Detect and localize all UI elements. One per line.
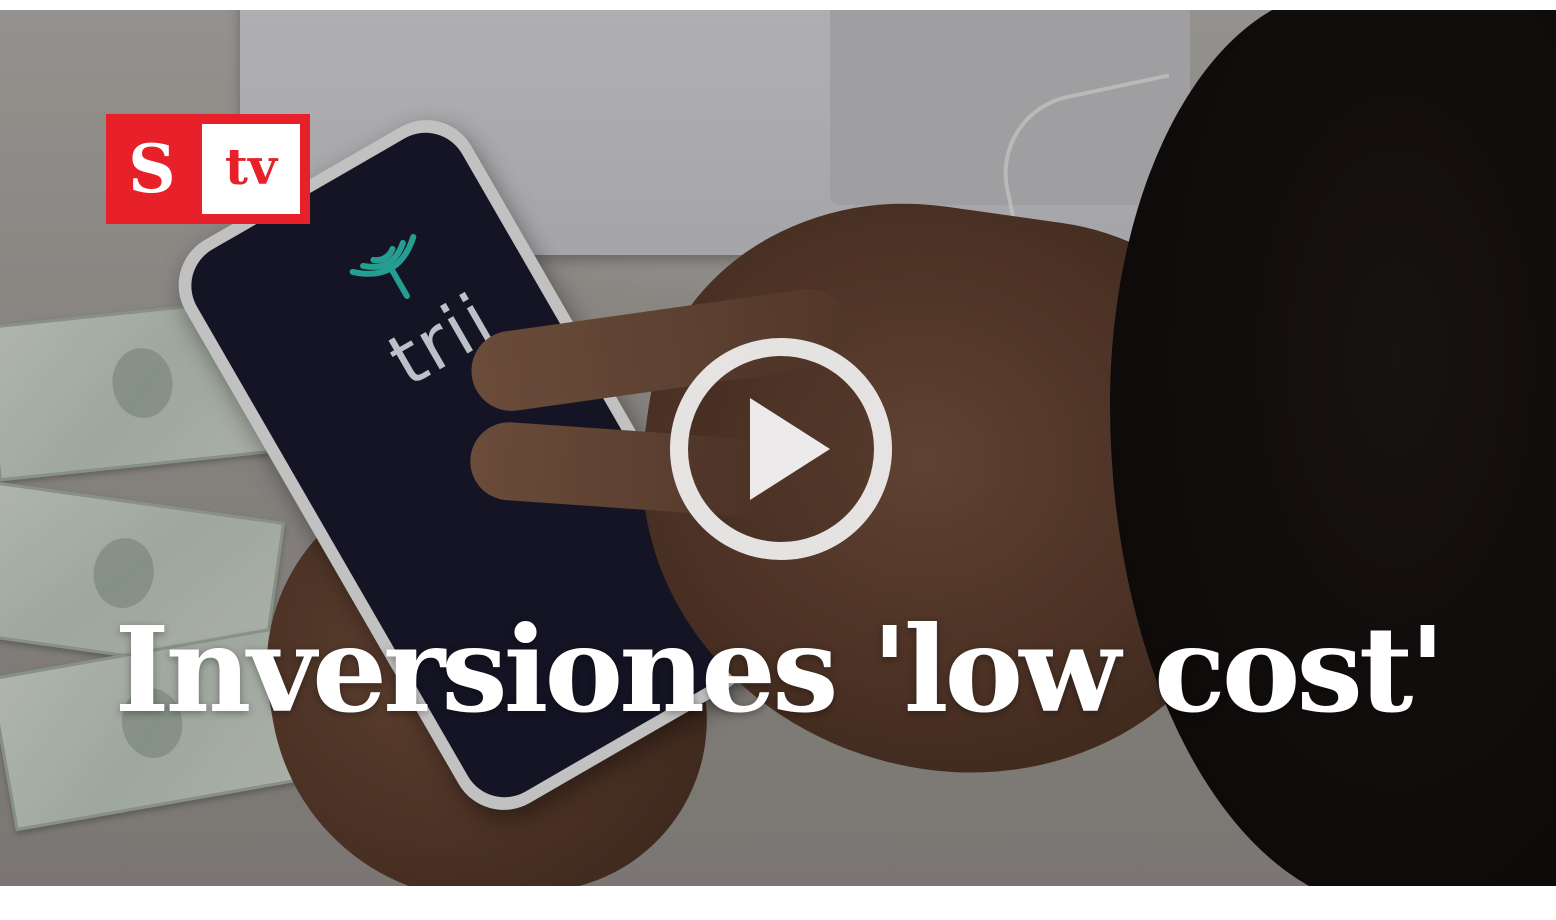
video-headline: Inversiones 'low cost' — [114, 600, 1445, 739]
semana-tv-logo: S tv — [106, 114, 310, 224]
logo-suffix: tv — [202, 124, 300, 214]
play-button[interactable] — [668, 336, 894, 562]
video-player[interactable]: trii S tv Inversiones 'low cost' — [0, 10, 1556, 886]
play-icon — [670, 338, 892, 560]
logo-letter: S — [128, 130, 176, 208]
